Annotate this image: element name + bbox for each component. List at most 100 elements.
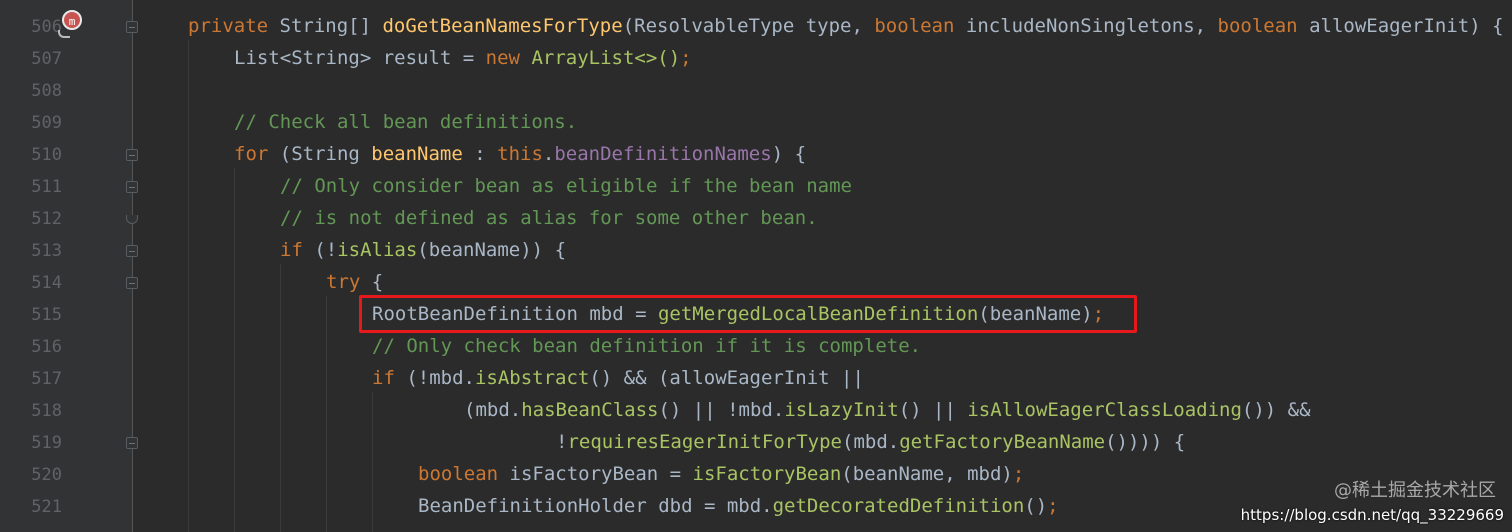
code-token: beanName <box>371 143 475 165</box>
code-token: new <box>485 47 532 69</box>
code-line-514[interactable]: try { <box>326 266 383 298</box>
code-token: ()) && <box>1241 399 1311 421</box>
code-token: // is not defined as alias for some othe… <box>280 207 818 229</box>
code-token: (mbd. <box>842 431 900 453</box>
code-token: ) { <box>771 143 807 165</box>
line-number: 514 <box>31 273 62 293</box>
code-line-519[interactable]: !requiresEagerInitForType(mbd.getFactory… <box>556 426 1185 458</box>
code-token: (!mbd. <box>406 367 475 389</box>
line-number: 515 <box>31 305 62 325</box>
code-token: isAllowEagerClassLoading <box>967 399 1242 421</box>
code-token: boolean <box>1217 15 1310 37</box>
watermark-url: https://blog.csdn.net/qq_33229669 <box>1240 506 1504 524</box>
red-highlight-box <box>359 295 1137 333</box>
indent-guide <box>280 264 281 532</box>
code-line-511[interactable]: // Only consider bean as eligible if the… <box>280 170 852 202</box>
code-token: boolean <box>874 15 966 37</box>
fold-toggle-icon[interactable] <box>126 181 138 193</box>
code-line-518[interactable]: (mbd.hasBeanClass() || !mbd.isLazyInit()… <box>464 394 1311 426</box>
line-number: 517 <box>31 369 62 389</box>
watermark-brand: @稀土掘金技术社区 <box>1334 480 1496 501</box>
code-token: (String <box>279 143 372 165</box>
code-token: allowEagerInit) { <box>1309 15 1504 37</box>
code-token: () <box>1024 495 1048 517</box>
code-token: beanDefinitionNames <box>554 143 772 165</box>
code-token: : <box>474 143 498 165</box>
code-token: // Check all bean definitions. <box>234 111 578 133</box>
indent-guide <box>372 392 373 532</box>
line-number: 516 <box>31 337 62 357</box>
line-number: 510 <box>31 145 62 165</box>
indent-guide <box>234 168 235 532</box>
code-token: private <box>188 15 280 37</box>
code-token: ; <box>680 47 692 69</box>
code-token: String[] <box>279 15 383 37</box>
code-token: () || !mbd. <box>658 399 785 421</box>
code-line-520[interactable]: boolean isFactoryBean = isFactoryBean(be… <box>418 458 1024 490</box>
code-line-506[interactable]: private String[] doGetBeanNamesForType(R… <box>188 10 1504 42</box>
code-line-507[interactable]: List<String> result = new ArrayList<>(); <box>234 42 692 74</box>
code-line-512[interactable]: // is not defined as alias for some othe… <box>280 202 818 234</box>
code-token: () && (allowEagerInit || <box>589 367 864 389</box>
fold-toggle-icon[interactable] <box>126 245 138 257</box>
code-token: ; <box>1012 463 1025 485</box>
code-token: isAbstract <box>474 367 590 389</box>
line-number: 518 <box>31 401 62 421</box>
code-token: ! <box>556 431 568 453</box>
fold-toggle-icon[interactable] <box>126 277 138 289</box>
code-token: . <box>542 143 555 165</box>
code-token: () || <box>898 399 968 421</box>
line-number: 506 <box>31 17 62 37</box>
line-number: 511 <box>31 177 62 197</box>
code-line-521[interactable]: BeanDefinitionHolder dbd = mbd.getDecora… <box>418 490 1059 522</box>
code-token: try <box>326 271 372 293</box>
code-token: (beanName)) { <box>417 239 567 261</box>
line-number: 513 <box>31 241 62 261</box>
code-line-516[interactable]: // Only check bean definition if it is c… <box>372 330 921 362</box>
code-token: ()))) { <box>1105 431 1186 453</box>
indent-guide <box>326 296 327 532</box>
code-token: hasBeanClass <box>521 399 659 421</box>
code-token: BeanDefinitionHolder dbd = mbd. <box>418 495 773 517</box>
recursive-call-arrow-icon <box>58 30 70 38</box>
code-line-513[interactable]: if (!isAlias(beanName)) { <box>280 234 566 266</box>
code-token: (mbd. <box>464 399 522 421</box>
code-token: if <box>280 239 315 261</box>
line-number: 512 <box>31 209 62 229</box>
code-token: isFactoryBean = <box>509 463 693 485</box>
code-line-510[interactable]: for (String beanName : this.beanDefiniti… <box>234 138 806 170</box>
line-number-gutter[interactable]: 506 507 508 509 510 511 512 513 514 515 … <box>0 0 138 532</box>
code-token: includeNonSingletons, <box>965 15 1218 37</box>
fold-end-icon[interactable] <box>126 215 138 224</box>
code-token: boolean <box>418 463 510 485</box>
code-area[interactable]: private String[] doGetBeanNamesForType(R… <box>142 0 1512 532</box>
code-token: ; <box>1047 495 1059 517</box>
line-number: 521 <box>31 497 62 517</box>
code-token: isAlias <box>337 239 418 261</box>
line-number: 508 <box>31 81 62 101</box>
line-number: 520 <box>31 465 62 485</box>
code-editor[interactable]: 506 507 508 509 510 511 512 513 514 515 … <box>0 0 1512 532</box>
code-token: isFactoryBean <box>692 463 842 485</box>
code-token: isLazyInit <box>784 399 899 421</box>
code-line-517[interactable]: if (!mbd.isAbstract() && (allowEagerInit… <box>372 362 864 394</box>
code-token: (beanName, mbd) <box>841 463 1013 485</box>
code-token: if <box>372 367 407 389</box>
code-token: requiresEagerInitForType <box>567 431 842 453</box>
line-number: 519 <box>31 433 62 453</box>
code-token: List<String> result = <box>234 47 486 69</box>
fold-toggle-icon[interactable] <box>126 21 138 33</box>
code-token: (ResolvableType type, <box>622 15 875 37</box>
code-token: getDecoratedDefinition <box>772 495 1025 517</box>
line-number: 507 <box>31 49 62 69</box>
code-token: // Only consider bean as eligible if the… <box>280 175 852 197</box>
code-token: for <box>234 143 280 165</box>
fold-toggle-icon[interactable] <box>126 149 138 161</box>
fold-toggle-icon[interactable] <box>126 437 138 449</box>
indent-guide <box>188 40 189 532</box>
line-number: 509 <box>31 113 62 133</box>
code-line-509[interactable]: // Check all bean definitions. <box>234 106 577 138</box>
method-breakpoint-icon[interactable]: m <box>62 10 82 30</box>
code-token: this <box>497 143 543 165</box>
code-token: doGetBeanNamesForType <box>382 15 623 37</box>
